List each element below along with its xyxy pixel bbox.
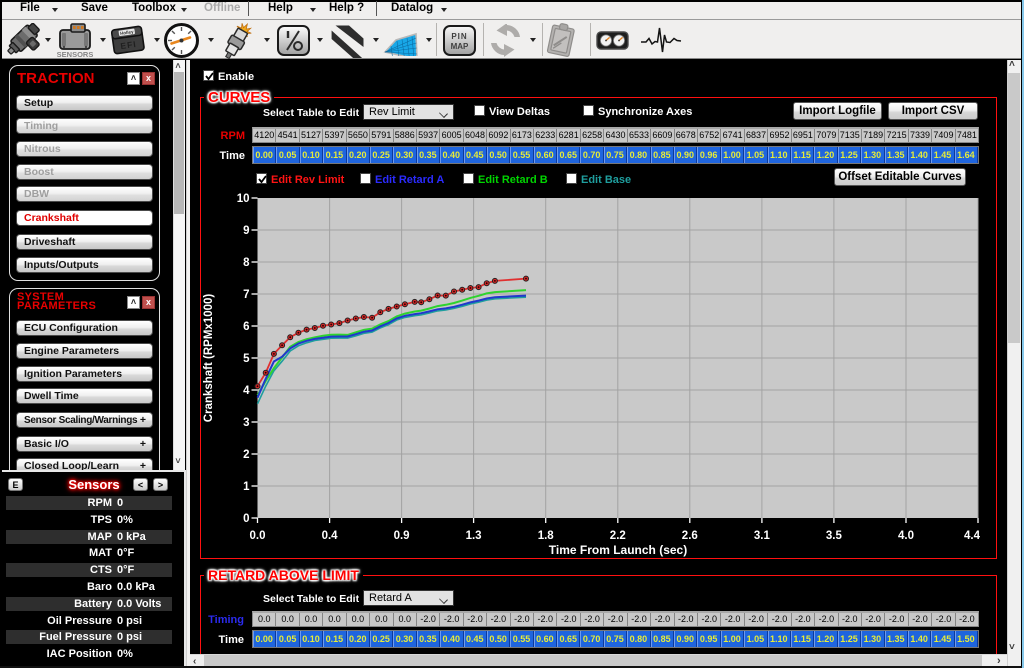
svg-text:4.4: 4.4 <box>964 530 981 542</box>
svg-text:1: 1 <box>243 481 250 493</box>
svg-text:SENSORS: SENSORS <box>57 50 93 58</box>
svg-text:0.0: 0.0 <box>250 530 266 542</box>
svg-text:8: 8 <box>243 257 250 269</box>
svg-text:6: 6 <box>243 321 249 333</box>
svg-text:3.5: 3.5 <box>826 530 843 542</box>
svg-text:Crankshaft (RPMx1000): Crankshaft (RPMx1000) <box>203 294 215 423</box>
svg-text:0.4: 0.4 <box>322 530 339 542</box>
svg-text:7: 7 <box>243 289 249 301</box>
svg-text:0.9: 0.9 <box>394 530 410 542</box>
svg-text:5: 5 <box>243 353 250 365</box>
svg-text:Time From Launch (sec): Time From Launch (sec) <box>549 543 687 557</box>
svg-text:0: 0 <box>243 513 249 525</box>
svg-text:MAP: MAP <box>451 42 469 51</box>
svg-text:1.3: 1.3 <box>466 530 482 542</box>
svg-text:4.0: 4.0 <box>898 530 914 542</box>
svg-text:4: 4 <box>243 385 250 397</box>
svg-text:2.6: 2.6 <box>682 530 698 542</box>
svg-text:10: 10 <box>237 193 250 205</box>
svg-text:PIN: PIN <box>451 32 467 41</box>
svg-text:2: 2 <box>243 449 249 461</box>
svg-text:3.1: 3.1 <box>754 530 771 542</box>
svg-text:9: 9 <box>243 225 249 237</box>
svg-text:2.2: 2.2 <box>610 530 626 542</box>
svg-text:1.8: 1.8 <box>538 530 555 542</box>
svg-text:3: 3 <box>243 417 249 429</box>
